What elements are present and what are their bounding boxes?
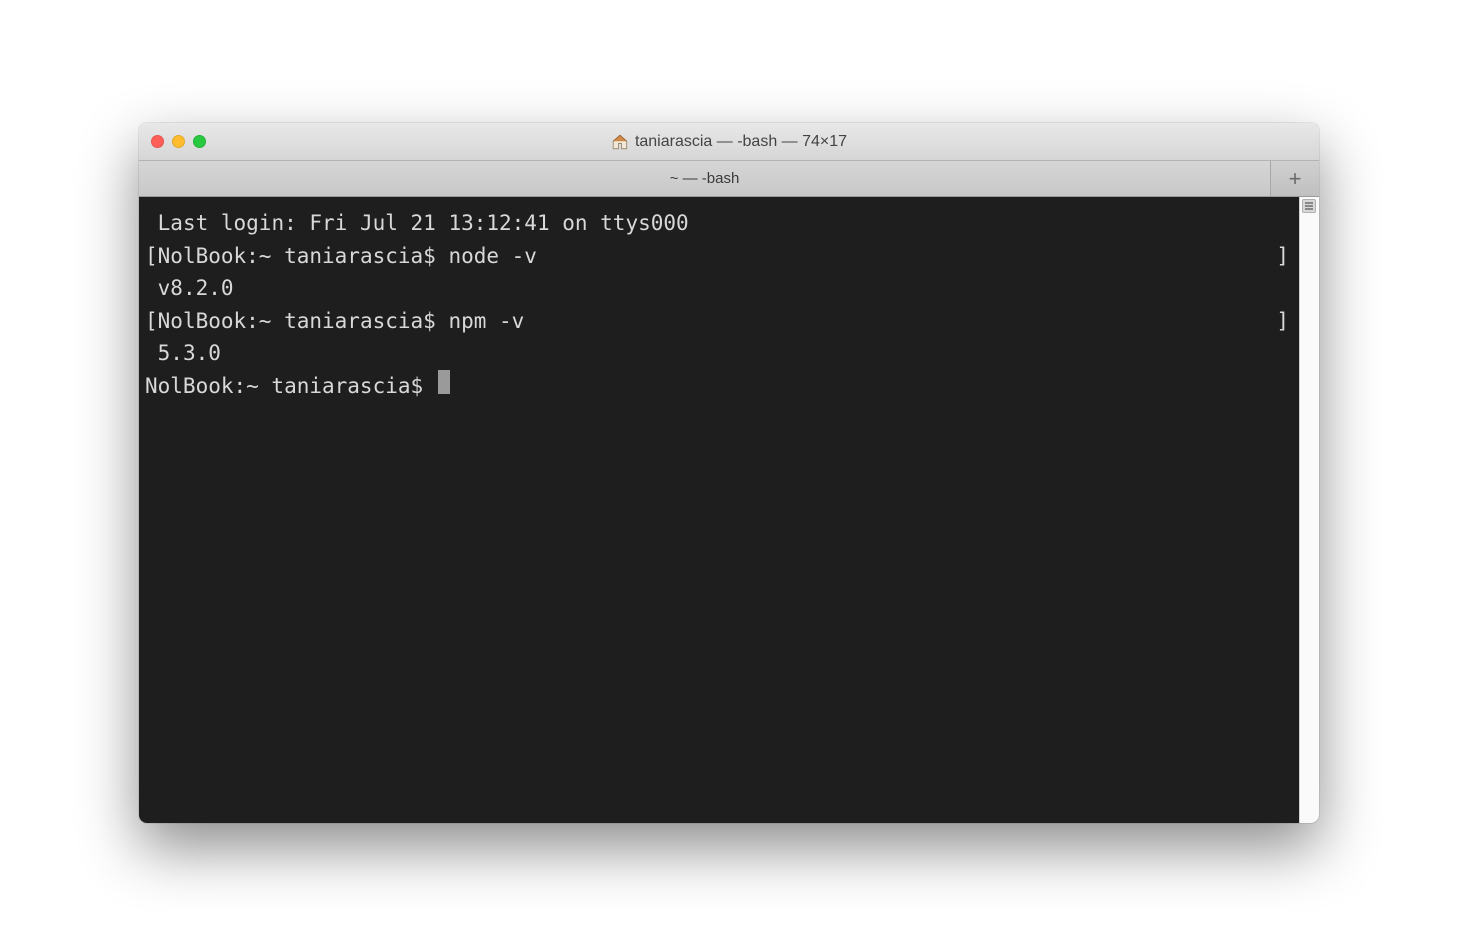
plus-icon: + (1289, 166, 1302, 192)
tab-bar: ~ — -bash + (139, 161, 1319, 197)
terminal-area: Last login: Fri Jul 21 13:12:41 on ttys0… (139, 197, 1319, 823)
minimize-button[interactable] (172, 135, 185, 148)
home-icon (611, 133, 629, 151)
close-button[interactable] (151, 135, 164, 148)
line-prefix: [ (145, 240, 158, 273)
line-suffix: ] (1276, 305, 1293, 338)
line-suffix (1289, 337, 1293, 370)
line-prefix: [ (145, 305, 158, 338)
line-text: Last login: Fri Jul 21 13:12:41 on ttys0… (158, 207, 689, 240)
scrollbar[interactable] (1299, 197, 1319, 823)
line-suffix (1289, 207, 1293, 240)
terminal-window: taniarascia — -bash — 74×17 ~ — -bash + … (139, 123, 1319, 823)
traffic-lights (151, 135, 206, 148)
terminal-prompt-line: NolBook:~ taniarascia$ (145, 370, 1293, 403)
new-tab-button[interactable]: + (1271, 161, 1319, 196)
line-suffix: ] (1276, 240, 1293, 273)
line-prefix (145, 207, 158, 240)
tab-label: ~ — -bash (670, 170, 740, 187)
terminal-line: Last login: Fri Jul 21 13:12:41 on ttys0… (145, 207, 1293, 240)
line-text: NolBook:~ taniarascia$ npm -v (158, 305, 525, 338)
titlebar[interactable]: taniarascia — -bash — 74×17 (139, 123, 1319, 161)
terminal-line: [NolBook:~ taniarascia$ node -v] (145, 240, 1293, 273)
terminal-line: 5.3.0 (145, 337, 1293, 370)
window-title-text: taniarascia — -bash — 74×17 (635, 133, 847, 151)
line-prefix (145, 337, 158, 370)
line-text: v8.2.0 (158, 272, 234, 305)
line-prefix (145, 272, 158, 305)
scroll-indicator-icon[interactable] (1302, 199, 1316, 213)
tab-active[interactable]: ~ — -bash (139, 161, 1271, 196)
cursor-icon (438, 370, 450, 394)
line-suffix (1289, 272, 1293, 305)
terminal-prompt: NolBook:~ taniarascia$ (145, 370, 436, 403)
terminal-content[interactable]: Last login: Fri Jul 21 13:12:41 on ttys0… (139, 197, 1299, 823)
window-title: taniarascia — -bash — 74×17 (611, 133, 847, 151)
line-text: 5.3.0 (158, 337, 221, 370)
terminal-line: [NolBook:~ taniarascia$ npm -v] (145, 305, 1293, 338)
terminal-line: v8.2.0 (145, 272, 1293, 305)
line-text: NolBook:~ taniarascia$ node -v (158, 240, 537, 273)
zoom-button[interactable] (193, 135, 206, 148)
